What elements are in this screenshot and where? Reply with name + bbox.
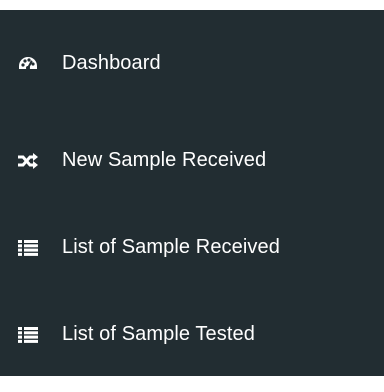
sidebar-item-label: List of Sample Received xyxy=(62,236,280,258)
sidebar-menu: Dashboard New Sample Received List of Sa… xyxy=(0,10,384,378)
list-icon xyxy=(16,238,40,258)
list-icon xyxy=(16,325,40,345)
sidebar-item-new-sample-received[interactable]: New Sample Received xyxy=(0,117,384,204)
sidebar-item-list-of-sample-received[interactable]: List of Sample Received xyxy=(0,204,384,291)
sidebar-item-list-of-sample-tested[interactable]: List of Sample Tested xyxy=(0,291,384,378)
sidebar-item-label: List of Sample Tested xyxy=(62,323,255,345)
random-icon xyxy=(16,151,40,171)
sidebar-item-label: New Sample Received xyxy=(62,149,267,171)
sidebar-item-dashboard[interactable]: Dashboard xyxy=(0,10,384,117)
sidebar-item-label: Dashboard xyxy=(62,52,161,74)
sidebar: Dashboard New Sample Received List of Sa… xyxy=(0,10,384,376)
dashboard-icon xyxy=(16,54,40,74)
